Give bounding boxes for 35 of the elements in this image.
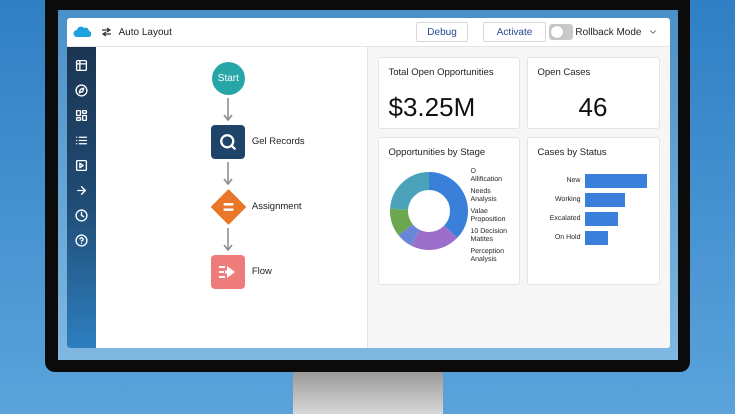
chart-title: Cases by Status [538,146,608,160]
help-icon[interactable] [74,234,88,247]
metric-title: Total Open Opportunities [388,66,495,80]
metric-value: $3.25M [388,91,476,124]
compass-icon[interactable] [74,84,88,97]
list-icon[interactable] [74,134,88,147]
search-icon [219,133,238,151]
chart-title: Opportunities by Stage [388,146,486,160]
window-title: Auto Layout [118,26,172,40]
flow-node[interactable] [211,255,246,289]
metric-title: Open Cases [538,66,592,80]
rollback-toggle[interactable] [549,24,574,40]
diamond-node[interactable] [210,189,246,225]
node-label: Gel Records [252,134,305,149]
search-node[interactable] [211,125,246,159]
connector-arrow [223,98,234,122]
table-icon[interactable] [74,59,88,72]
layout-icon[interactable] [74,109,88,122]
status-bar [584,174,646,188]
debug-button[interactable]: Debug [416,22,468,42]
clock-icon[interactable] [74,209,88,222]
node-label: Flow [252,264,272,279]
arrow-right-icon[interactable] [74,184,88,197]
status-bar [584,231,608,246]
cloud-icon[interactable] [72,26,90,38]
status-bar [584,193,624,208]
arrows-swap-icon[interactable] [100,27,112,37]
connector-arrow [223,228,234,252]
status-bar [584,212,618,226]
node-label: Assignment [252,200,302,214]
rollback-label: Rollback Mode [575,26,642,40]
activate-button[interactable]: Activate [482,22,546,42]
connector-arrow [223,162,234,186]
play-icon[interactable] [74,159,88,172]
metric-value: 46 [578,91,608,124]
